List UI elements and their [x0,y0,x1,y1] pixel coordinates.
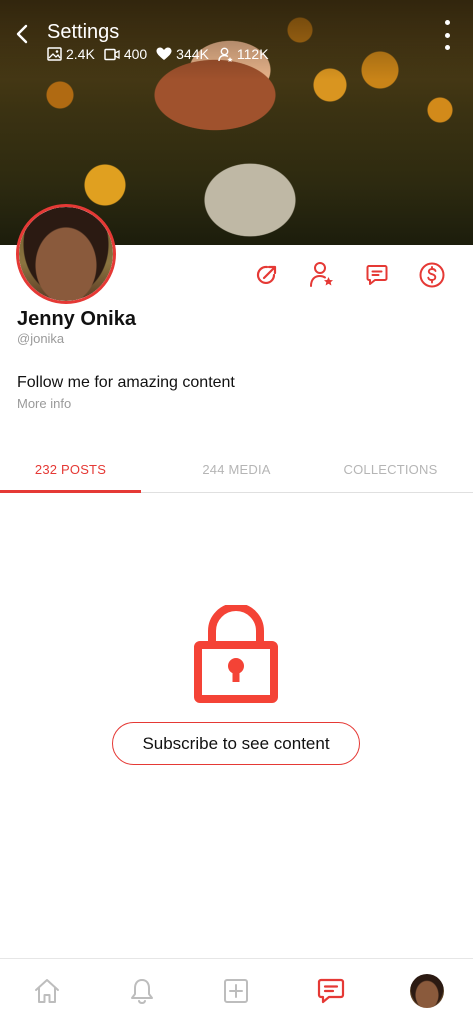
stat-videos-value: 400 [123,46,148,62]
share-button[interactable] [252,260,282,290]
favorite-user-icon [310,262,333,287]
back-button[interactable] [12,22,34,46]
avatar-image [19,207,113,301]
nav-messages[interactable] [311,971,351,1011]
profile-handle: @jonika [17,331,65,346]
messages-icon [317,978,345,1004]
lock-icon [194,605,278,703]
stat-likes: 344K [156,46,209,62]
profile-bio: Follow me for amazing content [17,374,235,391]
message-button[interactable] [362,260,392,290]
tip-button[interactable] [417,260,447,290]
add-to-favorites-button[interactable] [307,260,337,290]
tip-dollar-icon [419,262,445,288]
nav-notifications[interactable] [122,971,162,1011]
stat-fans-value: 112K [236,46,269,62]
tab-media[interactable]: 244 MEDIA [166,462,307,477]
dot [444,45,450,50]
heart-icon [156,47,172,60]
stat-likes-value: 344K [176,46,209,62]
profile-avatar-small [410,974,444,1008]
profile-name: Jenny Onika [17,308,136,330]
profile-avatar[interactable] [16,204,116,304]
subscribe-button[interactable]: Subscribe to see content [112,722,360,765]
stat-photos-value: 2.4K [66,46,95,62]
nav-home[interactable] [27,971,67,1011]
user-star-icon [218,47,233,62]
more-options-button[interactable] [440,20,454,50]
profile-actions [252,260,447,290]
message-icon [366,265,388,285]
stat-fans: 112K [218,46,269,62]
chevron-left-icon [16,24,28,44]
more-info-link[interactable]: More info [17,396,71,411]
active-tab-indicator [0,490,141,493]
page-title: Settings [47,21,120,43]
tab-posts[interactable]: 232 POSTS [0,462,141,477]
bell-icon [131,979,153,1005]
stat-videos: 400 [104,46,147,62]
dot [444,20,450,25]
home-icon [35,979,59,1003]
profile-stats: 2.4K 400 344K 112K [47,46,278,62]
content-tabs: 232 POSTS 244 MEDIA COLLECTIONS [0,448,473,493]
bottom-nav [0,958,473,1025]
nav-profile[interactable] [407,971,447,1011]
image-icon [47,47,62,61]
add-post-icon [224,979,248,1003]
stat-photos: 2.4K [47,46,95,62]
share-icon [256,265,277,284]
nav-add-post[interactable] [216,971,256,1011]
dot [444,32,450,38]
video-icon [104,48,120,60]
tab-collections[interactable]: COLLECTIONS [320,462,461,477]
